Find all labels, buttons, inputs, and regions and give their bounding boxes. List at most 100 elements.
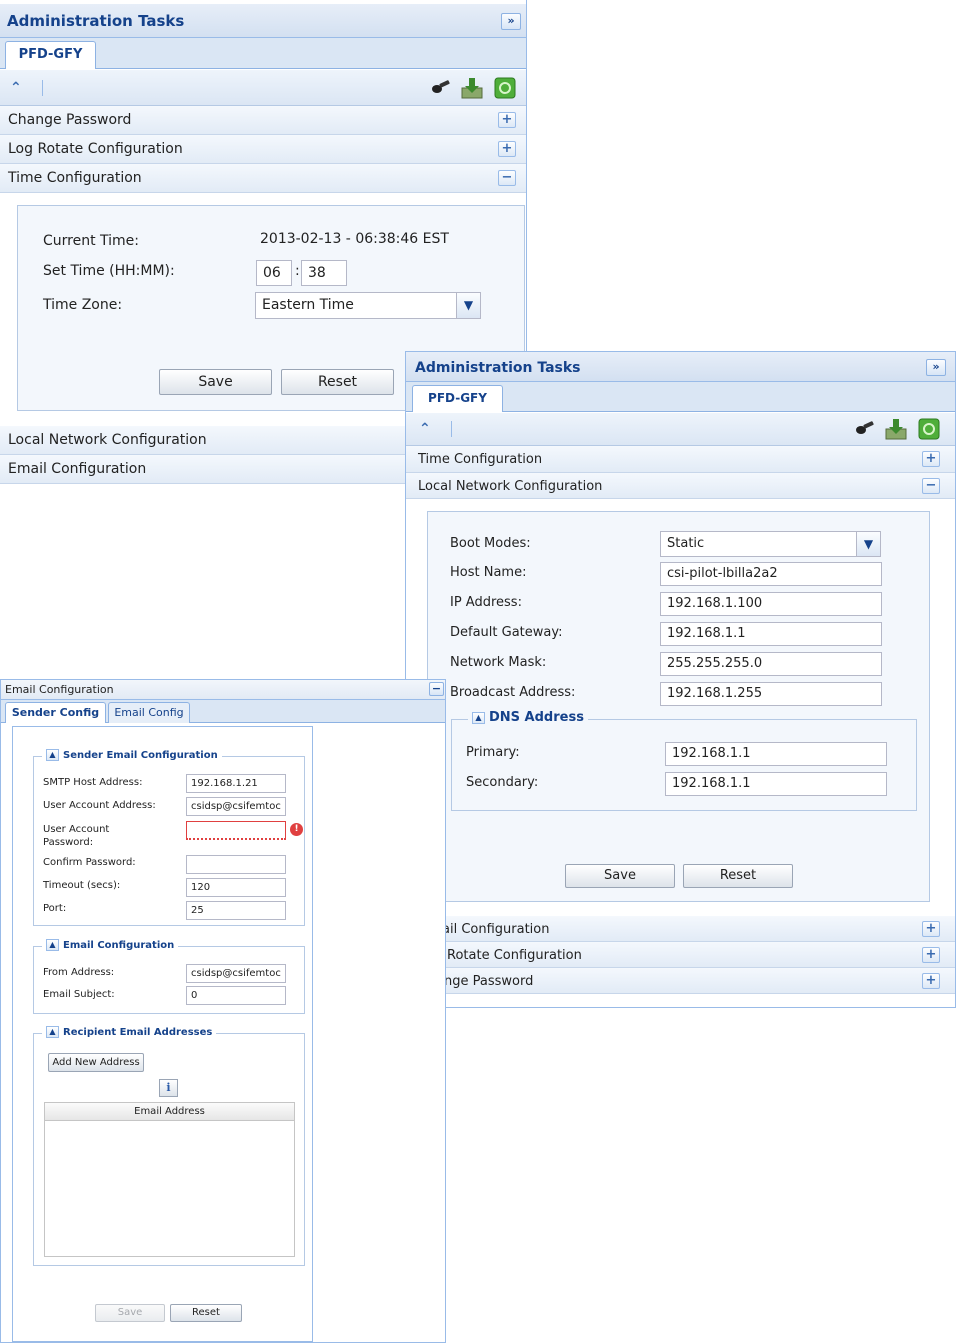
tab-sender-config[interactable]: Sender Config xyxy=(5,702,106,723)
tab-strip: PFD-GFY xyxy=(0,38,526,69)
info-icon[interactable]: i xyxy=(159,1079,178,1097)
accordion-item-log-rotate[interactable]: Rotate Configuration + xyxy=(406,942,955,968)
accordion-item-email-config[interactable]: ail Configuration + xyxy=(406,916,955,942)
panel-collapse-button[interactable]: » xyxy=(501,13,521,30)
broadcast-address-input[interactable]: 192.168.1.255 xyxy=(660,682,882,706)
admin-panel-network: Administration Tasks » PFD-GFY ⌃ Time Co… xyxy=(405,351,956,1008)
accordion-item-time-config[interactable]: Time Configuration + xyxy=(406,446,955,473)
recipients-legend-text: Recipient Email Addresses xyxy=(63,1027,213,1038)
tab-strip: Sender Config Email Config xyxy=(1,700,445,723)
confirm-password-label: Confirm Password: xyxy=(43,857,136,868)
email-subject-input[interactable]: 0 xyxy=(186,986,286,1005)
set-time-label: Set Time (HH:MM): xyxy=(43,263,175,279)
sender-config-body: ▲ Sender Email Configuration SMTP Host Ad… xyxy=(12,726,313,1342)
fieldset-toggle-icon[interactable]: ▲ xyxy=(46,749,59,761)
tab-pfd-gfy[interactable]: PFD-GFY xyxy=(412,385,503,412)
expand-icon[interactable]: + xyxy=(498,141,516,157)
tab-pfd-gfy[interactable]: PFD-GFY xyxy=(5,41,96,69)
fieldset-toggle-icon[interactable]: ▲ xyxy=(472,712,485,724)
expand-icon[interactable]: + xyxy=(922,947,940,963)
smtp-host-label: SMTP Host Address: xyxy=(43,777,143,788)
accordion-label: Change Password xyxy=(8,112,132,128)
confirm-password-input[interactable] xyxy=(186,855,286,874)
expand-icon[interactable]: + xyxy=(922,973,940,989)
email-address-column-header[interactable]: Email Address xyxy=(44,1102,295,1121)
smtp-host-input[interactable]: 192.168.1.21 xyxy=(186,774,286,793)
accordion-label: Log Rotate Configuration xyxy=(8,141,183,157)
accordion-item-change-password[interactable]: nge Password + xyxy=(406,968,955,994)
key-icon[interactable] xyxy=(430,80,452,100)
expand-icon[interactable]: + xyxy=(922,921,940,937)
add-new-address-button[interactable]: Add New Address xyxy=(48,1053,144,1072)
reset-button[interactable]: Reset xyxy=(683,864,793,888)
download-icon[interactable] xyxy=(884,417,908,445)
save-button[interactable]: Save xyxy=(95,1304,165,1322)
download-icon[interactable] xyxy=(460,76,484,104)
fieldset-toggle-icon[interactable]: ▲ xyxy=(46,1026,59,1038)
collapse-icon[interactable]: − xyxy=(498,170,516,186)
timeout-label: Timeout (secs): xyxy=(43,880,121,891)
dns-secondary-input[interactable]: 192.168.1.1 xyxy=(665,772,887,796)
timezone-select[interactable]: Eastern Time xyxy=(255,292,457,319)
expand-icon[interactable]: + xyxy=(922,451,940,467)
save-button[interactable]: Save xyxy=(159,369,272,395)
refresh-icon[interactable] xyxy=(494,77,516,103)
timezone-label: Time Zone: xyxy=(43,297,123,313)
panel-title: Administration Tasks xyxy=(7,12,185,30)
accordion-label: Email Configuration xyxy=(8,461,147,477)
save-button[interactable]: Save xyxy=(565,864,675,888)
accordion-item-local-network[interactable]: Local Network Configuration − xyxy=(406,473,955,499)
user-account-input[interactable]: csidsp@csifemtoc xyxy=(186,797,286,816)
email-config-panel: Email Configuration − Sender Config Emai… xyxy=(0,679,446,1343)
key-icon[interactable] xyxy=(854,421,876,441)
accordion-item-log-rotate[interactable]: Log Rotate Configuration + xyxy=(0,135,526,164)
email-subject-label: Email Subject: xyxy=(43,989,115,1000)
accordion-item-change-password[interactable]: Change Password + xyxy=(0,106,526,135)
expand-icon[interactable]: + xyxy=(498,112,516,128)
toolbar-separator xyxy=(451,421,452,437)
port-input[interactable]: 25 xyxy=(186,901,286,920)
from-address-input[interactable]: csidsp@csifemtoc xyxy=(186,964,286,983)
accordion-toolbar: ⌃ xyxy=(0,70,526,106)
panel-collapse-button[interactable]: − xyxy=(429,682,444,696)
collapse-icon[interactable]: − xyxy=(922,478,940,494)
accordion-label: Time Configuration xyxy=(8,170,142,186)
chevron-down-icon[interactable]: ▼ xyxy=(856,531,881,557)
collapse-all-icon[interactable]: ⌃ xyxy=(10,80,22,96)
collapse-all-icon[interactable]: ⌃ xyxy=(419,421,431,437)
current-time-value: 2013-02-13 - 06:38:46 EST xyxy=(260,231,449,247)
host-name-label: Host Name: xyxy=(450,565,527,580)
timeout-input[interactable]: 120 xyxy=(186,878,286,897)
email-fieldset: ▲ Email Configuration From Address: csids… xyxy=(33,939,305,1014)
dns-primary-input[interactable]: 192.168.1.1 xyxy=(665,742,887,766)
recipients-legend: ▲ Recipient Email Addresses xyxy=(42,1026,217,1038)
hour-input[interactable]: 06 xyxy=(256,260,292,286)
panel-collapse-button[interactable]: » xyxy=(926,359,946,376)
ip-address-input[interactable]: 192.168.1.100 xyxy=(660,592,882,616)
panel-header: Email Configuration − xyxy=(1,680,445,700)
refresh-icon[interactable] xyxy=(918,418,940,444)
sender-legend-text: Sender Email Configuration xyxy=(63,750,218,761)
chevron-down-icon[interactable]: ▼ xyxy=(456,292,481,319)
user-password-input[interactable] xyxy=(186,821,286,840)
dns-secondary-label: Secondary: xyxy=(466,775,539,790)
panel-header: Administration Tasks » xyxy=(406,352,955,382)
minute-input[interactable]: 38 xyxy=(301,260,347,286)
recipients-fieldset: ▲ Recipient Email Addresses Add New Addre… xyxy=(33,1026,305,1266)
panel-title: Email Configuration xyxy=(5,683,114,696)
default-gateway-input[interactable]: 192.168.1.1 xyxy=(660,622,882,646)
accordion-item-time-config[interactable]: Time Configuration − xyxy=(0,164,526,193)
sender-email-fieldset: ▲ Sender Email Configuration SMTP Host Ad… xyxy=(33,749,305,926)
reset-button[interactable]: Reset xyxy=(281,369,394,395)
accordion-label: ail Configuration xyxy=(442,922,550,937)
tab-email-config[interactable]: Email Config xyxy=(108,702,190,723)
time-colon: : xyxy=(295,263,300,279)
panel-header: Administration Tasks » xyxy=(0,4,526,38)
host-name-input[interactable]: csi-pilot-lbilla2a2 xyxy=(660,562,882,586)
reset-button[interactable]: Reset xyxy=(170,1304,242,1322)
fieldset-toggle-icon[interactable]: ▲ xyxy=(46,939,59,951)
boot-modes-select[interactable]: Static xyxy=(660,531,857,557)
sender-legend: ▲ Sender Email Configuration xyxy=(42,749,222,761)
network-mask-input[interactable]: 255.255.255.0 xyxy=(660,652,882,676)
dns-primary-label: Primary: xyxy=(466,745,520,760)
